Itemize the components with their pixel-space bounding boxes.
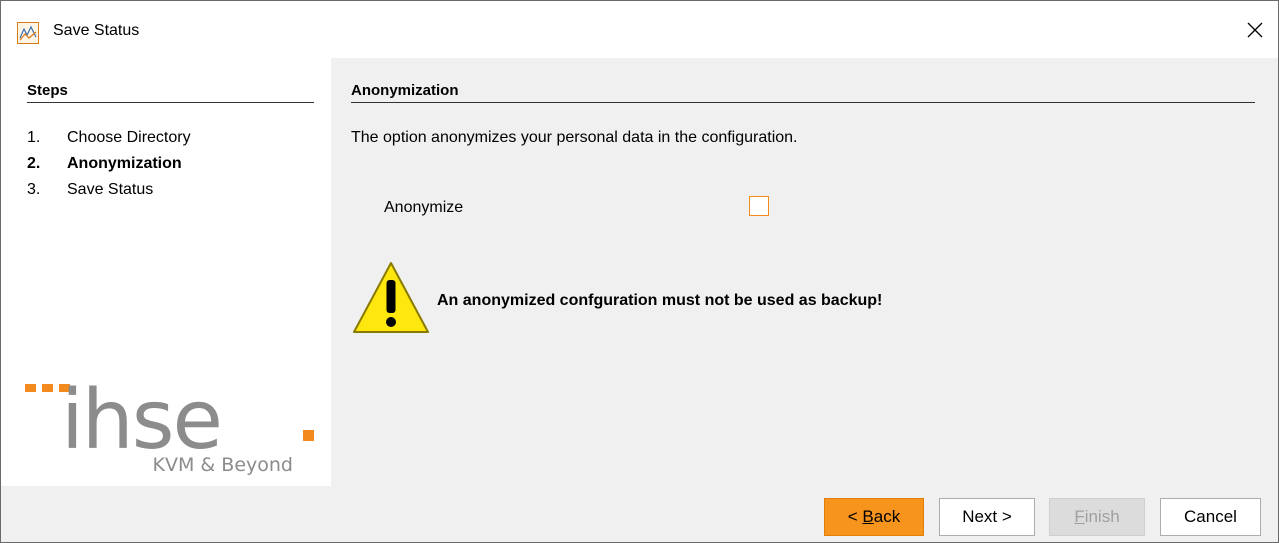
finish-button[interactable]: Finish [1049, 498, 1145, 536]
step-number: 2. [27, 155, 41, 172]
next-label: Next > [962, 507, 1012, 526]
steps-list: 1. Choose Directory 2. Anonymization 3. … [27, 128, 191, 206]
window-title: Save Status [53, 22, 140, 39]
cancel-label: Cancel [1184, 507, 1237, 526]
back-label-prefix: < [847, 507, 863, 526]
step-item-save-status: 3. Save Status [27, 180, 191, 206]
steps-heading: Steps [27, 82, 314, 103]
step-label: Anonymization [67, 155, 182, 172]
save-status-dialog: Save Status Steps 1. Choose Directory 2.… [0, 0, 1279, 543]
warning-text: An anonymized confguration must not be u… [437, 292, 883, 309]
ihse-logo: ihse KVM & Beyond [25, 378, 314, 476]
close-icon [1247, 22, 1263, 38]
anonymize-label: Anonymize [384, 199, 464, 216]
logo-tagline: KVM & Beyond [153, 454, 293, 476]
content-panel: Anonymization The option anonymizes your… [331, 58, 1278, 486]
warning-icon [353, 262, 429, 333]
anonymize-checkbox[interactable] [749, 196, 769, 216]
step-item-anonymization: 2. Anonymization [27, 154, 191, 180]
step-label: Save Status [67, 181, 154, 198]
step-number: 1. [27, 129, 41, 146]
finish-label-rest: inish [1084, 507, 1120, 526]
next-button[interactable]: Next > [939, 498, 1035, 536]
steps-panel: Steps 1. Choose Directory 2. Anonymizati… [1, 58, 331, 486]
step-label: Choose Directory [67, 129, 191, 146]
back-button[interactable]: < Back [824, 498, 924, 536]
description-text: The option anonymizes your personal data… [351, 129, 798, 146]
close-button[interactable] [1240, 15, 1270, 45]
finish-label-mnemonic: F [1074, 507, 1085, 526]
app-chart-icon [17, 22, 39, 44]
step-item-choose-directory: 1. Choose Directory [27, 128, 191, 154]
back-label-rest: ack [873, 507, 901, 526]
title-bar: Save Status [1, 1, 1278, 58]
back-label-mnemonic: B [862, 507, 874, 526]
step-number: 3. [27, 181, 41, 198]
cancel-button[interactable]: Cancel [1160, 498, 1261, 536]
section-heading: Anonymization [351, 82, 1255, 103]
